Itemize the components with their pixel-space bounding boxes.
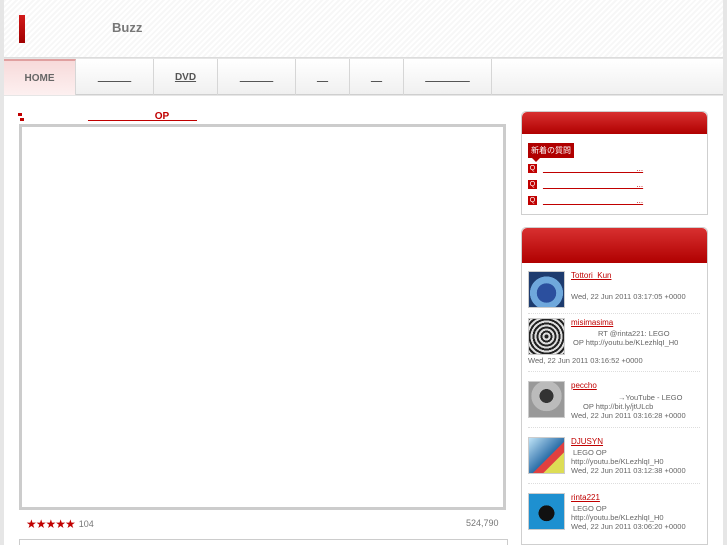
avatar[interactable] [528, 437, 565, 474]
bullet-icon [18, 112, 24, 121]
question-icon: Q [528, 164, 537, 173]
nav-item-7[interactable]: ________ [404, 59, 492, 95]
tweet-time: Wed, 22 Jun 2011 03:16:28 +0000 [571, 411, 686, 420]
nav-item-4[interactable]: ______ [218, 59, 296, 95]
divider [528, 427, 700, 428]
tweet-user[interactable]: DJUSYN [571, 437, 603, 446]
comments-box [19, 539, 508, 545]
view-count: 524,790 [466, 518, 499, 528]
question-icon: Q [528, 180, 537, 189]
divider [528, 313, 700, 314]
main-content: ____________OP_____ ★★★★★ 104 524,790 新着… [4, 96, 723, 545]
new-questions-label: 新着の質問 [528, 143, 574, 162]
question-link[interactable]: _____________________... [543, 196, 643, 205]
tweet-text-line: OP http://youtu.be/KLezhlqI_H0 [573, 338, 679, 347]
divider [528, 483, 700, 484]
avatar[interactable] [528, 381, 565, 418]
new-questions-box: 新着の質問 Q _____________________... Q _____… [521, 111, 708, 215]
tweet-text-line: RT @rinta221: LEGO [598, 329, 670, 338]
tweet-text-line: LEGO OP [573, 448, 607, 457]
question-item[interactable]: Q _____________________... [528, 196, 643, 205]
logo-mark[interactable] [19, 15, 25, 43]
questions-box-header [522, 112, 707, 134]
main-nav: HOME ______ DVD ______ __ __ ________ [4, 59, 723, 95]
tweet-text-line: LEGO OP [573, 504, 607, 513]
question-icon: Q [528, 196, 537, 205]
tweets-box-header [522, 228, 707, 263]
tweets-box: Tottori_Kun Wed, 22 Jun 2011 03:17:05 +0… [521, 227, 708, 545]
video-player[interactable] [19, 124, 506, 510]
tweet-time: Wed, 22 Jun 2011 03:16:52 +0000 [528, 356, 643, 365]
question-item[interactable]: Q _____________________... [528, 180, 643, 189]
tweet-text-line: OP http://bit.ly/jtULcb [583, 402, 654, 411]
tweet-text-line: →YouTube - LEGO [618, 393, 683, 402]
tweet-user[interactable]: Tottori_Kun [571, 271, 611, 280]
tweet-user[interactable]: rinta221 [571, 493, 600, 502]
avatar[interactable] [528, 493, 565, 530]
tweet-user[interactable]: peccho [571, 381, 597, 390]
site-header: Buzz [4, 0, 723, 58]
video-title-link[interactable]: ____________OP_____ [30, 111, 225, 122]
rating-count: 104 [78, 519, 94, 529]
tweet-time: Wed, 22 Jun 2011 03:17:05 +0000 [571, 292, 686, 301]
nav-item-6[interactable]: __ [350, 59, 404, 95]
question-link[interactable]: _____________________... [543, 180, 643, 189]
tweet-text-line: http://youtu.be/KLezhlqI_H0 [571, 457, 664, 466]
star-rating-icon[interactable]: ★★★★★ [26, 517, 76, 531]
tweet-user[interactable]: misimasima [571, 318, 613, 327]
nav-item-home[interactable]: HOME [4, 59, 76, 95]
question-item[interactable]: Q _____________________... [528, 164, 643, 173]
rating: ★★★★★ 104 [26, 517, 94, 531]
tweet-time: Wed, 22 Jun 2011 03:06:20 +0000 [571, 522, 686, 531]
avatar[interactable] [528, 271, 565, 308]
video-title-row: ____________OP_____ [18, 111, 225, 122]
site-title[interactable]: Buzz [112, 20, 142, 35]
avatar[interactable] [528, 318, 565, 355]
question-link[interactable]: _____________________... [543, 164, 643, 173]
tweet-time: Wed, 22 Jun 2011 03:12:38 +0000 [571, 466, 686, 475]
nav-item-5[interactable]: __ [296, 59, 350, 95]
nav-item-dvd[interactable]: DVD [154, 59, 218, 95]
tweet-text-line: http://youtu.be/KLezhlqI_H0 [571, 513, 664, 522]
nav-item-2[interactable]: ______ [76, 59, 154, 95]
divider [528, 371, 700, 372]
